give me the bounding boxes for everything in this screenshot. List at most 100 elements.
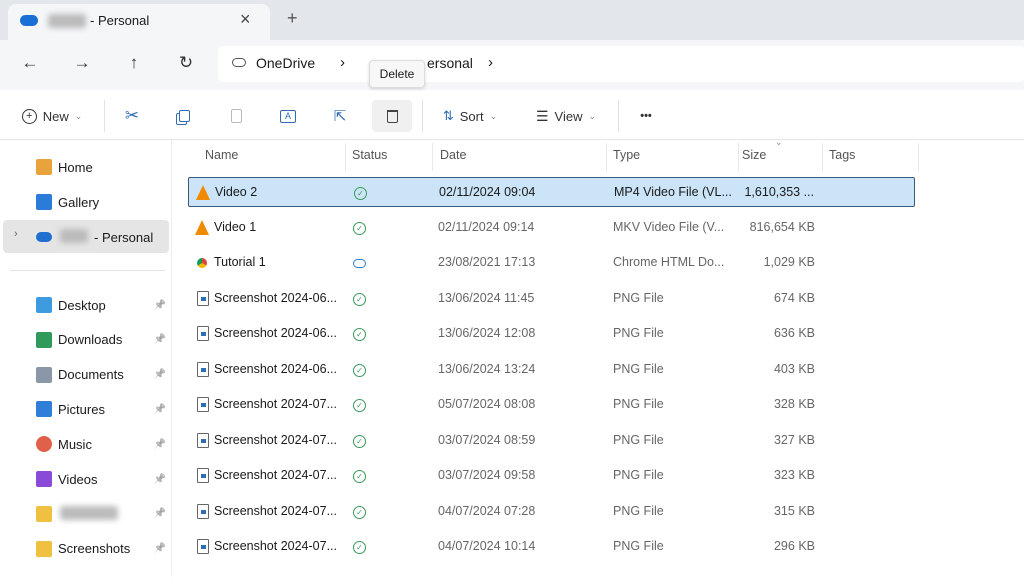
rename-icon[interactable]: A (272, 100, 304, 132)
column-divider[interactable] (738, 143, 739, 171)
expand-chevron-icon[interactable]: › (14, 228, 18, 240)
pin-icon[interactable]: 📌 (154, 508, 166, 519)
png-file-icon (197, 432, 209, 448)
pin-icon[interactable]: 📌 (154, 543, 166, 554)
delete-button[interactable] (372, 100, 412, 132)
home-icon (36, 159, 52, 175)
sidebar-item[interactable]: Home (36, 155, 166, 179)
pin-icon[interactable]: 📌 (154, 369, 166, 380)
sidebar-item[interactable]: 📌 (36, 502, 166, 526)
column-header-status[interactable]: Status (352, 148, 387, 162)
sidebar-item-label: Documents (58, 367, 124, 383)
file-row[interactable]: Screenshot 2024-07... ✓ 03/07/2024 09:58 PN… (188, 461, 915, 491)
breadcrumb-chevron[interactable]: › (488, 54, 493, 71)
column-header-name[interactable]: Name (205, 148, 238, 162)
sidebar-item-label: Downloads (58, 332, 123, 348)
column-divider[interactable] (345, 143, 346, 171)
file-size: 328 KB (773, 397, 815, 411)
file-row[interactable]: Screenshot 2024-07... ✓ 04/07/2024 10:14 PN… (188, 532, 915, 562)
breadcrumb-chevron[interactable]: › (340, 54, 345, 71)
column-divider[interactable] (432, 143, 433, 171)
column-divider[interactable] (822, 143, 823, 171)
file-name: Screenshot 2024-07... (214, 468, 337, 482)
pin-icon[interactable]: 📌 (154, 404, 166, 415)
back-button[interactable]: ← (16, 49, 44, 77)
tab-personal[interactable]: - Personal × (8, 4, 270, 40)
new-tab-button[interactable]: + (287, 8, 298, 29)
sidebar-item[interactable]: Screenshots 📌 (36, 537, 166, 561)
file-row[interactable]: Screenshot 2024-06... ✓ 13/06/2024 13:24 PN… (188, 355, 915, 385)
file-name: Screenshot 2024-06... (214, 290, 337, 305)
new-button[interactable]: + New ⌄ (14, 100, 90, 132)
file-name: Screenshot 2024-07... (214, 397, 337, 411)
file-size: 323 KB (773, 468, 815, 482)
pictures-icon (36, 401, 52, 418)
file-date: 04/07/2024 10:14 (438, 539, 536, 553)
sidebar-item[interactable]: - Personal (36, 225, 166, 249)
pin-icon[interactable]: 📌 (154, 334, 166, 345)
column-divider[interactable] (918, 143, 919, 171)
file-row[interactable]: Screenshot 2024-06... ✓ 13/06/2024 11:45 PN… (188, 284, 915, 314)
file-row[interactable]: Tutorial 1 23/08/2021 17:13 Chrome HTML Do… (188, 248, 915, 278)
sidebar-item-label: Videos (58, 471, 98, 487)
file-type: PNG File (613, 290, 664, 305)
sidebar-item-label: Home (58, 159, 93, 175)
sidebar-item[interactable]: Pictures 📌 (36, 397, 166, 421)
png-file-icon (197, 326, 209, 341)
file-size: 674 KB (773, 290, 815, 305)
sidebar-item[interactable]: Documents 📌 (36, 363, 166, 387)
file-row[interactable]: Video 2 ✓ 02/11/2024 09:04 MP4 Video File (… (188, 177, 915, 207)
file-name: Screenshot 2024-07... (214, 432, 337, 447)
vlc-icon (196, 185, 210, 200)
file-date: 04/07/2024 07:28 (438, 503, 536, 518)
synced-check-icon: ✓ (353, 505, 366, 519)
view-button[interactable]: ☰ View ⌄ (526, 100, 606, 132)
file-row[interactable]: Screenshot 2024-06... ✓ 13/06/2024 12:08 PN… (188, 319, 915, 349)
share-icon[interactable]: ⇱ (324, 100, 356, 132)
file-row[interactable]: Screenshot 2024-07... ✓ 04/07/2024 07:28 PN… (188, 497, 915, 527)
pin-icon[interactable]: 📌 (154, 474, 166, 485)
file-size: 636 KB (773, 326, 815, 340)
breadcrumb-onedrive[interactable]: OneDrive (256, 55, 315, 71)
chevron-down-icon: ⌄ (588, 110, 597, 121)
png-file-icon (197, 397, 209, 412)
pin-icon[interactable]: 📌 (154, 300, 166, 311)
synced-check-icon: ✓ (353, 363, 366, 377)
column-header-date[interactable]: Date (440, 148, 466, 162)
cut-icon[interactable]: ✂ (116, 100, 148, 132)
paste-icon[interactable] (220, 100, 252, 132)
breadcrumb-personal[interactable]: ersonal (427, 55, 473, 71)
copy-icon[interactable] (168, 100, 200, 132)
videos-icon (36, 471, 52, 487)
sidebar-item[interactable]: Gallery (36, 190, 166, 214)
up-button[interactable]: ↑ (120, 49, 148, 77)
file-row[interactable]: Video 1 ✓ 02/11/2024 09:14 MKV Video File (… (188, 213, 915, 243)
sidebar-item[interactable]: Videos 📌 (36, 467, 166, 491)
more-options-button[interactable]: ••• (628, 100, 664, 132)
file-row[interactable]: Screenshot 2024-07... ✓ 05/07/2024 08:08 PN… (188, 390, 915, 420)
column-header-tags[interactable]: Tags (829, 148, 855, 162)
file-type: Chrome HTML Do... (613, 255, 725, 269)
sidebar-item[interactable]: Music 📌 (36, 432, 166, 456)
folder-icon (36, 540, 52, 557)
column-header-size[interactable]: Size (742, 148, 766, 162)
synced-check-icon: ✓ (353, 399, 366, 412)
file-row[interactable]: Screenshot 2024-07... ✓ 03/07/2024 08:59 PN… (188, 426, 915, 456)
refresh-button[interactable]: ↻ (172, 49, 200, 77)
file-date: 05/07/2024 08:08 (438, 397, 536, 411)
address-bar[interactable]: OneDrive › ersonal › (218, 46, 1024, 82)
sidebar-item[interactable]: Desktop 📌 (36, 293, 166, 317)
close-tab-icon[interactable]: × (240, 9, 251, 30)
file-size: 816,654 KB (749, 219, 815, 234)
forward-button[interactable]: → (68, 49, 96, 77)
file-name: Screenshot 2024-06... (214, 326, 337, 340)
column-divider[interactable] (606, 143, 607, 171)
tab-title: - Personal (90, 13, 150, 28)
pin-icon[interactable]: 📌 (154, 439, 166, 450)
sidebar-item[interactable]: Downloads 📌 (36, 328, 166, 352)
sort-button[interactable]: ⇅ Sort ⌄ (432, 100, 508, 132)
onedrive-cloud-icon (20, 15, 38, 26)
chevron-down-icon: ⌄ (74, 110, 83, 121)
column-header-type[interactable]: Type (613, 148, 640, 162)
png-file-icon (197, 361, 209, 377)
